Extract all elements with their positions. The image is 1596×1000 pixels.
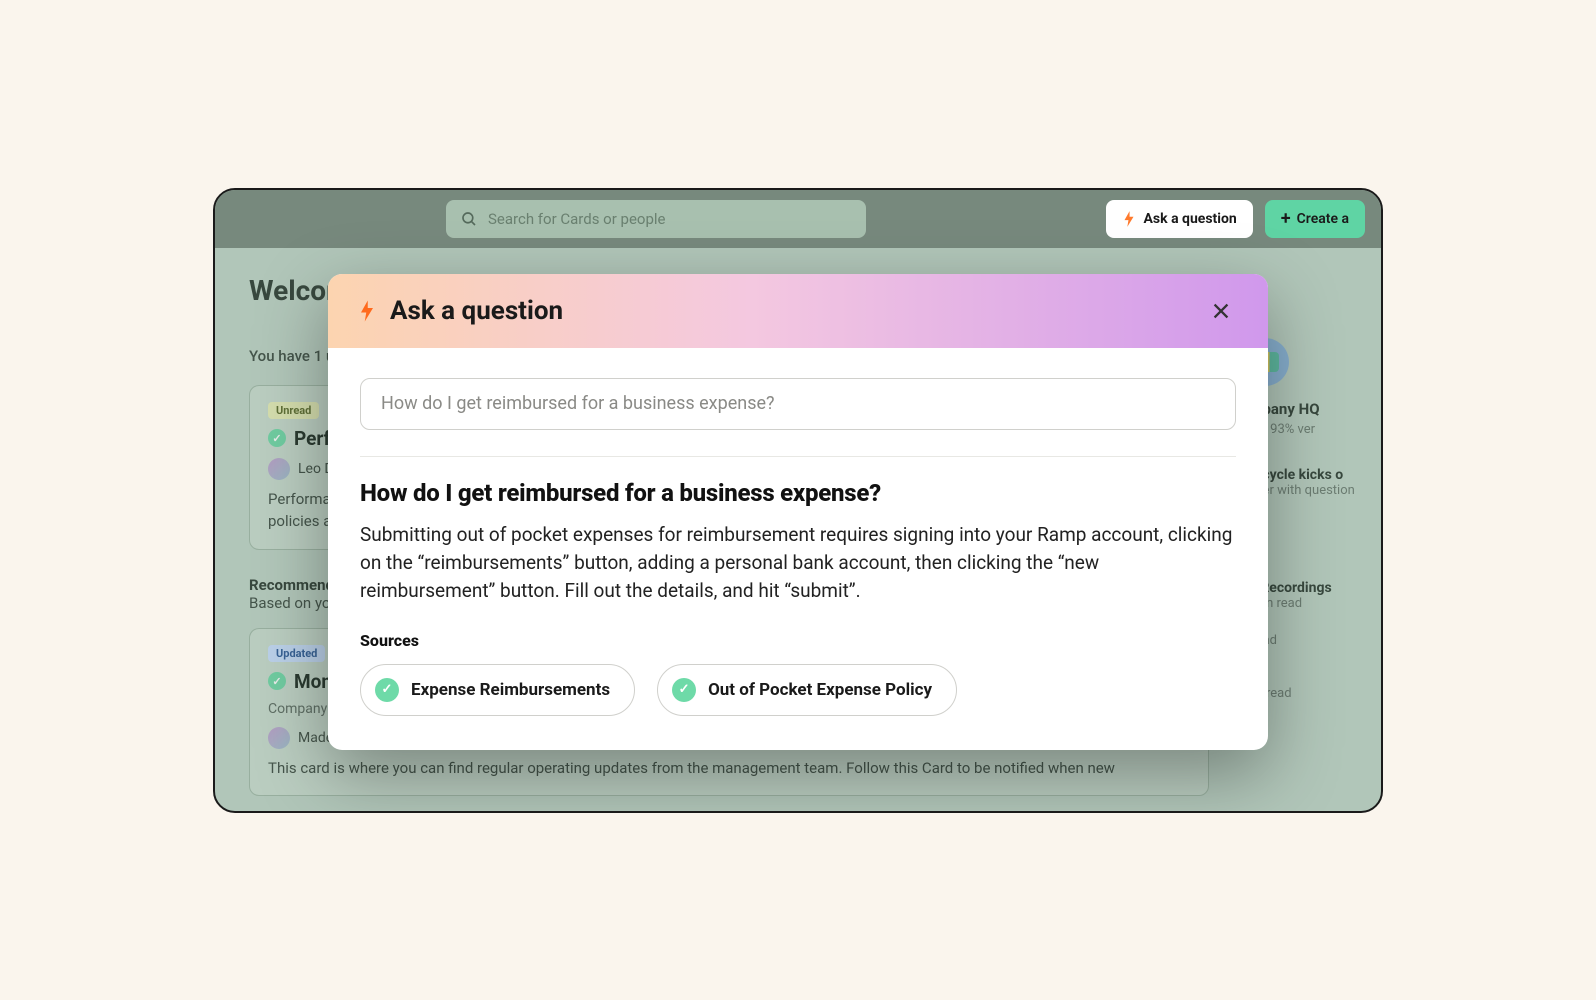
search-input[interactable] bbox=[488, 210, 852, 228]
ask-question-modal: Ask a question How do I get reimbursed f… bbox=[328, 274, 1268, 750]
check-icon: ✓ bbox=[672, 678, 696, 702]
bolt-icon bbox=[358, 298, 376, 324]
modal-body: How do I get reimbursed for a business e… bbox=[328, 348, 1268, 750]
avatar bbox=[268, 458, 290, 480]
ask-button-label: Ask a question bbox=[1144, 211, 1237, 227]
check-icon: ✓ bbox=[268, 672, 286, 690]
source-label: Expense Reimbursements bbox=[411, 680, 610, 700]
bolt-icon bbox=[1122, 210, 1136, 228]
check-icon: ✓ bbox=[375, 678, 399, 702]
topbar: Ask a question + Create a bbox=[215, 190, 1381, 248]
question-input[interactable] bbox=[360, 378, 1236, 430]
unread-badge: Unread bbox=[268, 402, 319, 419]
create-button[interactable]: + Create a bbox=[1265, 200, 1365, 238]
close-button[interactable] bbox=[1204, 294, 1238, 328]
source-chip[interactable]: ✓ Expense Reimbursements bbox=[360, 664, 635, 716]
ask-question-button[interactable]: Ask a question bbox=[1106, 200, 1253, 238]
modal-header: Ask a question bbox=[328, 274, 1268, 348]
updated-badge: Updated bbox=[268, 645, 325, 662]
avatar bbox=[268, 727, 290, 749]
source-chip[interactable]: ✓ Out of Pocket Expense Policy bbox=[657, 664, 957, 716]
check-icon: ✓ bbox=[268, 429, 286, 447]
plus-icon: + bbox=[1281, 210, 1291, 228]
divider bbox=[360, 456, 1236, 457]
answer-question: How do I get reimbursed for a business e… bbox=[360, 479, 1236, 507]
answer-body: Submitting out of pocket expenses for re… bbox=[360, 521, 1236, 605]
create-button-label: Create a bbox=[1297, 211, 1349, 227]
search-icon bbox=[460, 210, 478, 228]
sources-heading: Sources bbox=[360, 631, 1236, 650]
app-window: Ask a question + Create a Welcome You ha… bbox=[213, 188, 1383, 813]
card-body: This card is where you can find regular … bbox=[268, 757, 1190, 780]
close-icon bbox=[1210, 300, 1232, 322]
search-field[interactable] bbox=[446, 200, 866, 238]
source-chips: ✓ Expense Reimbursements ✓ Out of Pocket… bbox=[360, 664, 1236, 716]
source-label: Out of Pocket Expense Policy bbox=[708, 680, 932, 700]
modal-title: Ask a question bbox=[390, 296, 1190, 326]
